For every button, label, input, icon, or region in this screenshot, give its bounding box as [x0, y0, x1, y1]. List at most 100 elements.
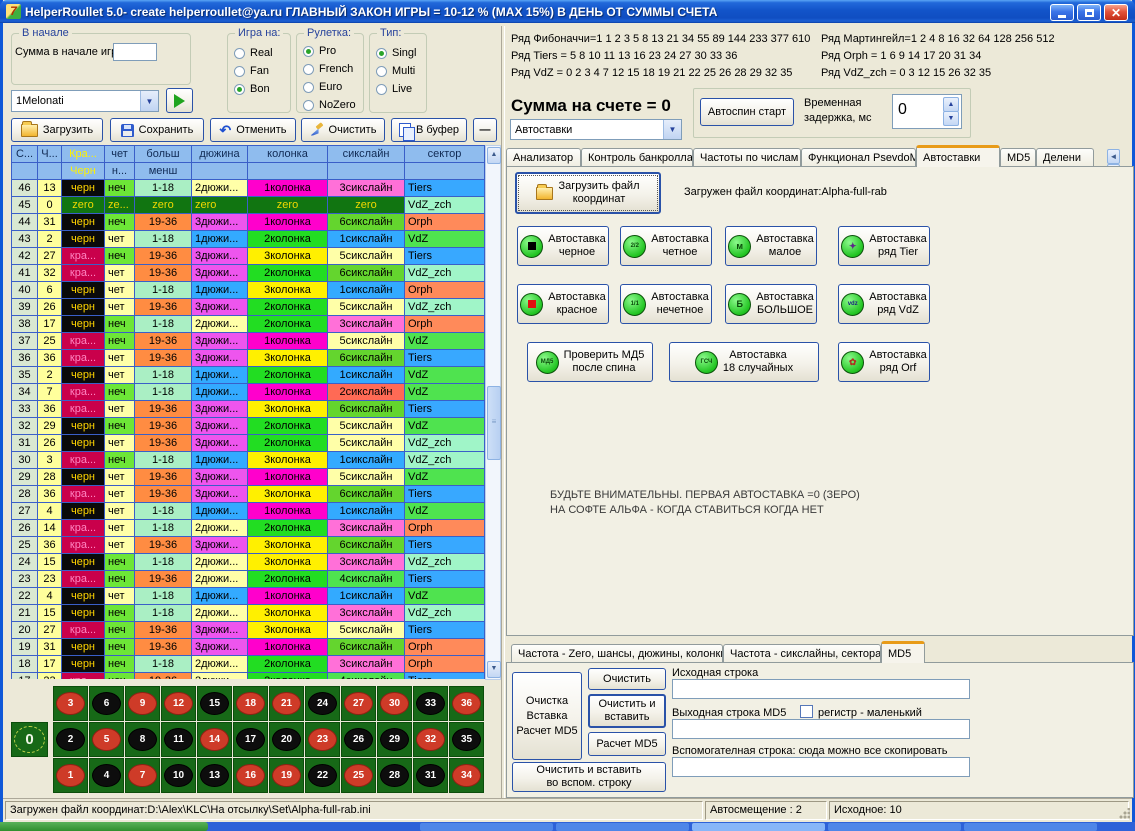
spin-up-icon[interactable]: ▲ [943, 97, 959, 112]
tab-Делени[interactable]: Делени [1036, 148, 1094, 167]
autostavka-button-черное[interactable]: Автоставкачерное [517, 226, 609, 266]
radio-Fan[interactable]: Fan [234, 62, 273, 80]
radio-circle-icon[interactable] [376, 48, 387, 59]
board-cell-35[interactable]: 35 [449, 722, 484, 757]
board-cell-8[interactable]: 8 [125, 722, 160, 757]
spin-down-icon[interactable]: ▼ [943, 111, 959, 126]
profile-combo[interactable]: 1Melonati ▼ [11, 90, 159, 112]
board-cell-0[interactable]: 0 [11, 722, 48, 757]
taskbar-item-active[interactable] [692, 823, 825, 831]
autostavka-button-красное[interactable]: Автоставкакрасное [517, 284, 609, 324]
board-cell-29[interactable]: 29 [377, 722, 412, 757]
radio-circle-icon[interactable] [234, 84, 245, 95]
board-cell-21[interactable]: 21 [269, 686, 304, 721]
board-cell-4[interactable]: 4 [89, 758, 124, 793]
tab-Анализатор[interactable]: Анализатор [506, 148, 581, 167]
clear-button[interactable]: Очистить [301, 118, 385, 142]
bottom-tab-Частота - сикслайны, сектора[interactable]: Частота - сикслайны, сектора [723, 644, 881, 663]
autostavka-button-18-случайных[interactable]: ГСЧАвтоставка18 случайных [669, 342, 819, 382]
load-button[interactable]: Загрузить [11, 118, 103, 142]
autostavka-button-ряд-VdZ[interactable]: vdzАвтоставкаряд VdZ [838, 284, 930, 324]
tab-MD5[interactable]: MD5 [1000, 148, 1036, 167]
scrollbar-thumb[interactable]: ≡ [487, 386, 501, 460]
clear-paste-calc-button[interactable]: Очистка Вставка Расчет MD5 [512, 672, 582, 760]
board-cell-3[interactable]: 3 [53, 686, 88, 721]
start-sum-input[interactable] [113, 43, 157, 61]
board-cell-12[interactable]: 12 [161, 686, 196, 721]
radio-Euro[interactable]: Euro [303, 78, 356, 96]
taskbar-item[interactable] [964, 823, 1097, 831]
scroll-up-icon[interactable]: ▲ [487, 147, 501, 164]
board-cell-10[interactable]: 10 [161, 758, 196, 793]
play-button[interactable] [166, 88, 193, 113]
radio-circle-icon[interactable] [303, 64, 314, 75]
board-cell-19[interactable]: 19 [269, 758, 304, 793]
chevron-down-icon[interactable]: ▼ [140, 91, 158, 111]
save-button[interactable]: Сохранить [110, 118, 204, 142]
radio-circle-icon[interactable] [234, 48, 245, 59]
tab-Контроль банкролла[interactable]: Контроль банкролла [581, 148, 693, 167]
board-cell-24[interactable]: 24 [305, 686, 340, 721]
taskbar-item[interactable] [828, 823, 961, 831]
close-button[interactable]: ✕ [1104, 4, 1128, 21]
tab-scroll-left-icon[interactable]: ◄ [1107, 149, 1120, 164]
autobets-combo[interactable]: Автоставки ▼ [510, 119, 682, 140]
autostavka-button-после-спина[interactable]: МД5Проверить МД5после спина [527, 342, 653, 382]
radio-NoZero[interactable]: NoZero [303, 96, 356, 114]
load-coords-file-button[interactable]: Загрузить файл координат [515, 172, 661, 214]
board-cell-6[interactable]: 6 [89, 686, 124, 721]
taskbar-item[interactable] [420, 823, 553, 831]
tab-Частоты по числам[interactable]: Частоты по числам [693, 148, 801, 167]
table-scrollbar[interactable]: ▲ ≡ ▼ [485, 145, 501, 680]
md5-output-input[interactable] [672, 719, 970, 739]
board-cell-36[interactable]: 36 [449, 686, 484, 721]
register-checkbox[interactable] [800, 705, 813, 718]
board-cell-18[interactable]: 18 [233, 686, 268, 721]
board-cell-16[interactable]: 16 [233, 758, 268, 793]
board-cell-25[interactable]: 25 [341, 758, 376, 793]
aux-string-input[interactable] [672, 757, 970, 777]
autostavka-button-ряд-Orf[interactable]: ✿Автоставкаряд Orf [838, 342, 930, 382]
radio-circle-icon[interactable] [376, 84, 387, 95]
autostavka-button-ряд-Tier[interactable]: ✦Автоставкаряд Tier [838, 226, 930, 266]
radio-Multi[interactable]: Multi [376, 62, 416, 80]
radio-Bon[interactable]: Bon [234, 80, 273, 98]
radio-circle-icon[interactable] [376, 66, 387, 77]
board-cell-14[interactable]: 14 [197, 722, 232, 757]
radio-circle-icon[interactable] [303, 82, 314, 93]
title-bar[interactable]: 7 HelperRoullet 5.0- create helperroulle… [0, 0, 1135, 23]
taskbar-item[interactable] [556, 823, 689, 831]
board-cell-1[interactable]: 1 [53, 758, 88, 793]
md5-clear-button[interactable]: Очистить [588, 668, 666, 690]
resize-grip[interactable] [1118, 808, 1130, 820]
board-cell-30[interactable]: 30 [377, 686, 412, 721]
md5-calc-button[interactable]: Расчет MD5 [588, 732, 666, 756]
delay-spinner[interactable]: 0 ▲ ▼ [892, 94, 962, 129]
radio-circle-icon[interactable] [303, 46, 314, 57]
clear-paste-aux-button[interactable]: Очистить и вставить во вспом. строку [512, 762, 666, 792]
tab-Автоставки[interactable]: Автоставки [916, 145, 1000, 167]
source-string-input[interactable] [672, 679, 970, 699]
board-cell-26[interactable]: 26 [341, 722, 376, 757]
start-button[interactable] [0, 822, 208, 831]
board-cell-31[interactable]: 31 [413, 758, 448, 793]
collapse-button[interactable]: — [473, 118, 497, 142]
to-buffer-button[interactable]: В буфер [391, 118, 467, 142]
board-cell-28[interactable]: 28 [377, 758, 412, 793]
board-cell-5[interactable]: 5 [89, 722, 124, 757]
radio-Real[interactable]: Real [234, 44, 273, 62]
autospin-start-button[interactable]: Автоспин старт [700, 98, 794, 126]
taskbar[interactable] [0, 822, 1135, 831]
board-cell-7[interactable]: 7 [125, 758, 160, 793]
bottom-tab-Частота - Zero, шансы, дюжины, колонки[interactable]: Частота - Zero, шансы, дюжины, колонки [511, 644, 723, 663]
autostavka-button-четное[interactable]: 2/2Автоставкачетное [620, 226, 712, 266]
board-cell-11[interactable]: 11 [161, 722, 196, 757]
board-cell-13[interactable]: 13 [197, 758, 232, 793]
board-cell-20[interactable]: 20 [269, 722, 304, 757]
undo-button[interactable]: ↶ Отменить [210, 118, 296, 142]
radio-Live[interactable]: Live [376, 80, 416, 98]
scroll-down-icon[interactable]: ▼ [487, 661, 501, 678]
board-cell-9[interactable]: 9 [125, 686, 160, 721]
board-cell-33[interactable]: 33 [413, 686, 448, 721]
md5-clear-paste-button[interactable]: Очистить и вставить [588, 694, 666, 728]
